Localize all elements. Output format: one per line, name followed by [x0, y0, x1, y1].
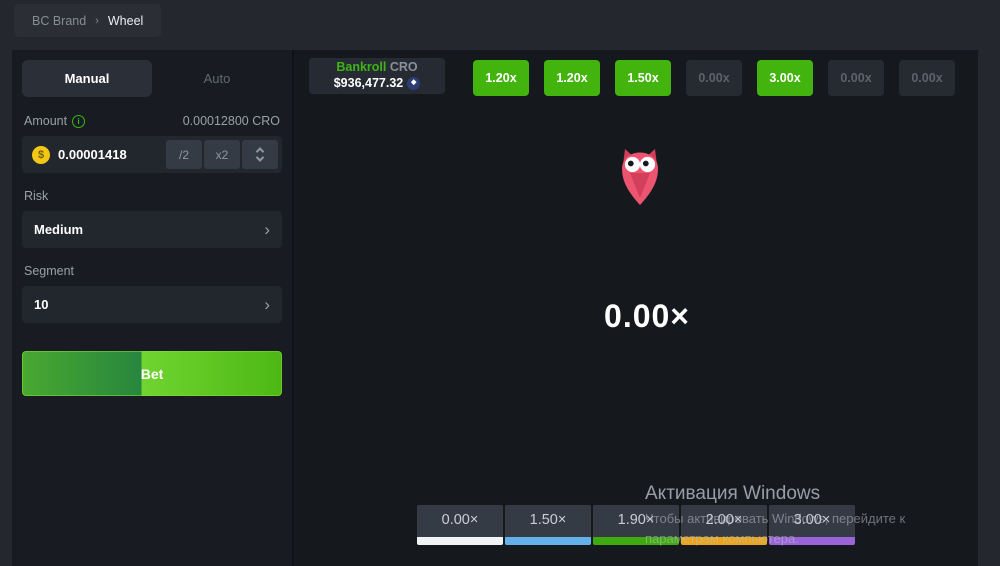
cro-coin-icon: ◆ — [407, 77, 420, 90]
breadcrumb: BC Brand › Wheel — [14, 4, 161, 37]
chevron-right-icon: › — [264, 221, 270, 238]
double-amount-button[interactable]: x2 — [204, 140, 240, 169]
segment-label: Segment — [22, 264, 282, 278]
bet-sidebar: Manual Auto Amount i 0.00012800 CRO $ 0.… — [12, 50, 292, 566]
legend-cell: 2.00× — [681, 505, 767, 545]
mode-tabs: Manual Auto — [22, 60, 282, 97]
history-result-button[interactable]: 0.00x — [828, 60, 884, 96]
breadcrumb-separator-icon: › — [95, 15, 99, 27]
amount-stepper[interactable] — [242, 140, 278, 169]
chevron-right-icon: › — [264, 296, 270, 313]
risk-select[interactable]: Medium › — [22, 211, 282, 248]
bankroll-amount: $936,477.32 — [334, 76, 404, 92]
history-result-button[interactable]: 1.20x — [473, 60, 529, 96]
legend-color-bar — [505, 537, 591, 545]
legend-color-bar — [417, 537, 503, 545]
legend-color-bar — [593, 537, 679, 545]
risk-label: Risk — [22, 189, 282, 203]
multiplier-legend: 0.00× 1.50× 1.90× 2.00× — [417, 505, 855, 545]
info-icon[interactable]: i — [72, 115, 85, 128]
breadcrumb-brand-link[interactable]: BC Brand — [32, 14, 86, 28]
tab-auto[interactable]: Auto — [152, 60, 282, 97]
bankroll-amount-wrap: $936,477.32 ◆ — [334, 76, 421, 92]
bankroll-widget[interactable]: Bankroll CRO $936,477.32 ◆ — [309, 58, 445, 94]
result-multiplier: 0.00× — [604, 298, 690, 335]
legend-multiplier-label: 3.00× — [769, 505, 855, 528]
game-container: Manual Auto Amount i 0.00012800 CRO $ 0.… — [12, 50, 978, 566]
history-result-button[interactable]: 0.00x — [899, 60, 955, 96]
chevron-down-icon[interactable] — [256, 153, 264, 161]
bet-button[interactable]: Bet — [22, 351, 282, 396]
breadcrumb-current-page: Wheel — [108, 14, 143, 28]
segment-value: 10 — [34, 297, 48, 312]
half-amount-button[interactable]: /2 — [166, 140, 202, 169]
history-result-button[interactable]: 0.00x — [686, 60, 742, 96]
risk-value: Medium — [34, 222, 83, 237]
history-result-button[interactable]: 3.00x — [757, 60, 813, 96]
amount-label-wrap: Amount i — [24, 114, 85, 128]
amount-tools: /2 x2 — [166, 140, 278, 169]
segment-select[interactable]: 10 › — [22, 286, 282, 323]
result-history-row: 1.20x 1.20x 1.50x 0.00x 3.00x 0.00x 0.00… — [473, 60, 955, 96]
amount-label: Amount — [24, 114, 67, 128]
legend-cell: 0.00× — [417, 505, 503, 545]
game-area: Bankroll CRO $936,477.32 ◆ 1.20x 1.20x 1… — [292, 50, 978, 566]
bankroll-currency: CRO — [390, 60, 418, 74]
legend-color-bar — [769, 537, 855, 545]
legend-multiplier-label: 2.00× — [681, 505, 767, 528]
legend-color-bar — [681, 537, 767, 545]
legend-cell: 1.90× — [593, 505, 679, 545]
bankroll-title: Bankroll CRO — [336, 60, 417, 76]
tab-manual[interactable]: Manual — [22, 60, 152, 97]
legend-multiplier-label: 1.90× — [593, 505, 679, 528]
legend-multiplier-label: 0.00× — [417, 505, 503, 528]
amount-header: Amount i 0.00012800 CRO — [22, 114, 282, 128]
history-result-button[interactable]: 1.50x — [615, 60, 671, 96]
legend-multiplier-label: 1.50× — [505, 505, 591, 528]
amount-input-row: $ 0.00001418 /2 x2 — [22, 136, 282, 173]
amount-input[interactable]: 0.00001418 — [58, 147, 166, 162]
wallet-balance: 0.00012800 CRO — [183, 114, 280, 128]
history-result-button[interactable]: 1.20x — [544, 60, 600, 96]
legend-cell: 1.50× — [505, 505, 591, 545]
legend-cell: 3.00× — [769, 505, 855, 545]
owl-mascot-icon — [618, 148, 662, 206]
bankroll-label: Bankroll — [336, 60, 386, 74]
currency-coin-icon: $ — [32, 146, 50, 164]
